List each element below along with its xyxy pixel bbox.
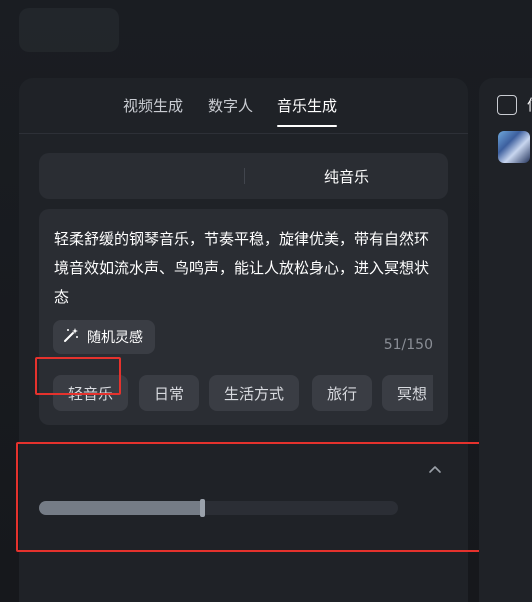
right-panel: 信 [479,78,532,602]
mode-option-instrumental[interactable]: 纯音乐 [245,153,448,199]
generation-panel: 视频生成 数字人 音乐生成 纯音乐 轻柔舒缓的钢琴音乐，节奏平稳，旋律优美，带有… [19,78,468,602]
chip-meditation[interactable]: 冥想 [382,375,433,411]
top-placeholder [19,8,119,52]
prompt-box[interactable]: 轻柔舒缓的钢琴音乐，节奏平稳，旋律优美，带有自然环境音效如流水声、鸟鸣声，能让人… [39,209,448,425]
progress-handle[interactable] [200,499,205,517]
right-panel-label: 信 [527,94,532,115]
mode-option-vocal[interactable] [39,153,244,199]
random-inspiration-label: 随机灵感 [87,330,143,346]
chip-light-music[interactable]: 轻音乐 [53,375,129,411]
tab-music[interactable]: 音乐生成 [277,95,338,127]
style-chips: 轻音乐 日常 生活方式 旅行 冥想 [53,375,433,411]
prompt-text[interactable]: 轻柔舒缓的钢琴音乐，节奏平稳，旋律优美，带有自然环境音效如流水声、鸟鸣声，能让人… [54,225,436,312]
mode-switch: 纯音乐 [39,153,448,199]
select-checkbox[interactable] [497,95,517,115]
thumbnail-image[interactable] [498,131,530,163]
tab-digital-human[interactable]: 数字人 [208,95,253,116]
random-inspiration-button[interactable]: 随机灵感 [53,320,155,354]
tab-bar: 视频生成 数字人 音乐生成 [19,78,468,134]
progress-fill [39,501,202,515]
magic-wand-icon [63,327,79,347]
char-counter: 51/150 [383,337,433,353]
chip-travel[interactable]: 旅行 [312,375,373,411]
chip-lifestyle[interactable]: 生活方式 [209,375,300,411]
progress-bar[interactable] [39,499,398,517]
chevron-up-icon[interactable] [427,460,443,479]
chip-daily[interactable]: 日常 [139,375,200,411]
tab-video[interactable]: 视频生成 [123,95,183,116]
